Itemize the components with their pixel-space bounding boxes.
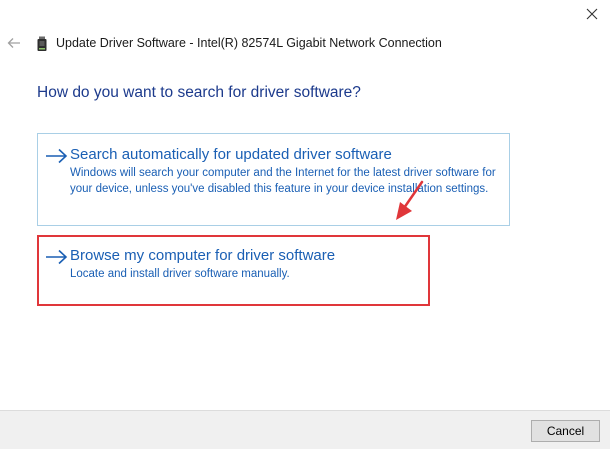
cancel-button[interactable]: Cancel [531,420,600,442]
footer: Cancel [0,410,610,449]
option-title: Search automatically for updated driver … [70,146,392,163]
search-automatically-option[interactable]: Search automatically for updated driver … [37,133,510,226]
close-icon [586,8,598,20]
back-button[interactable] [4,33,24,53]
back-arrow-icon [7,38,20,48]
close-button[interactable] [574,0,610,28]
window-title: Update Driver Software - Intel(R) 82574L… [56,36,442,50]
right-arrow-icon [46,249,68,265]
option-description: Locate and install driver software manua… [70,268,290,280]
right-arrow-icon [46,148,68,164]
page-heading: How do you want to search for driver sof… [37,84,361,101]
browse-computer-option[interactable]: Browse my computer for driver software L… [38,236,430,306]
option-description: Windows will search your computer and th… [70,167,496,195]
device-icon [37,36,47,51]
option-title: Browse my computer for driver software [70,247,336,264]
